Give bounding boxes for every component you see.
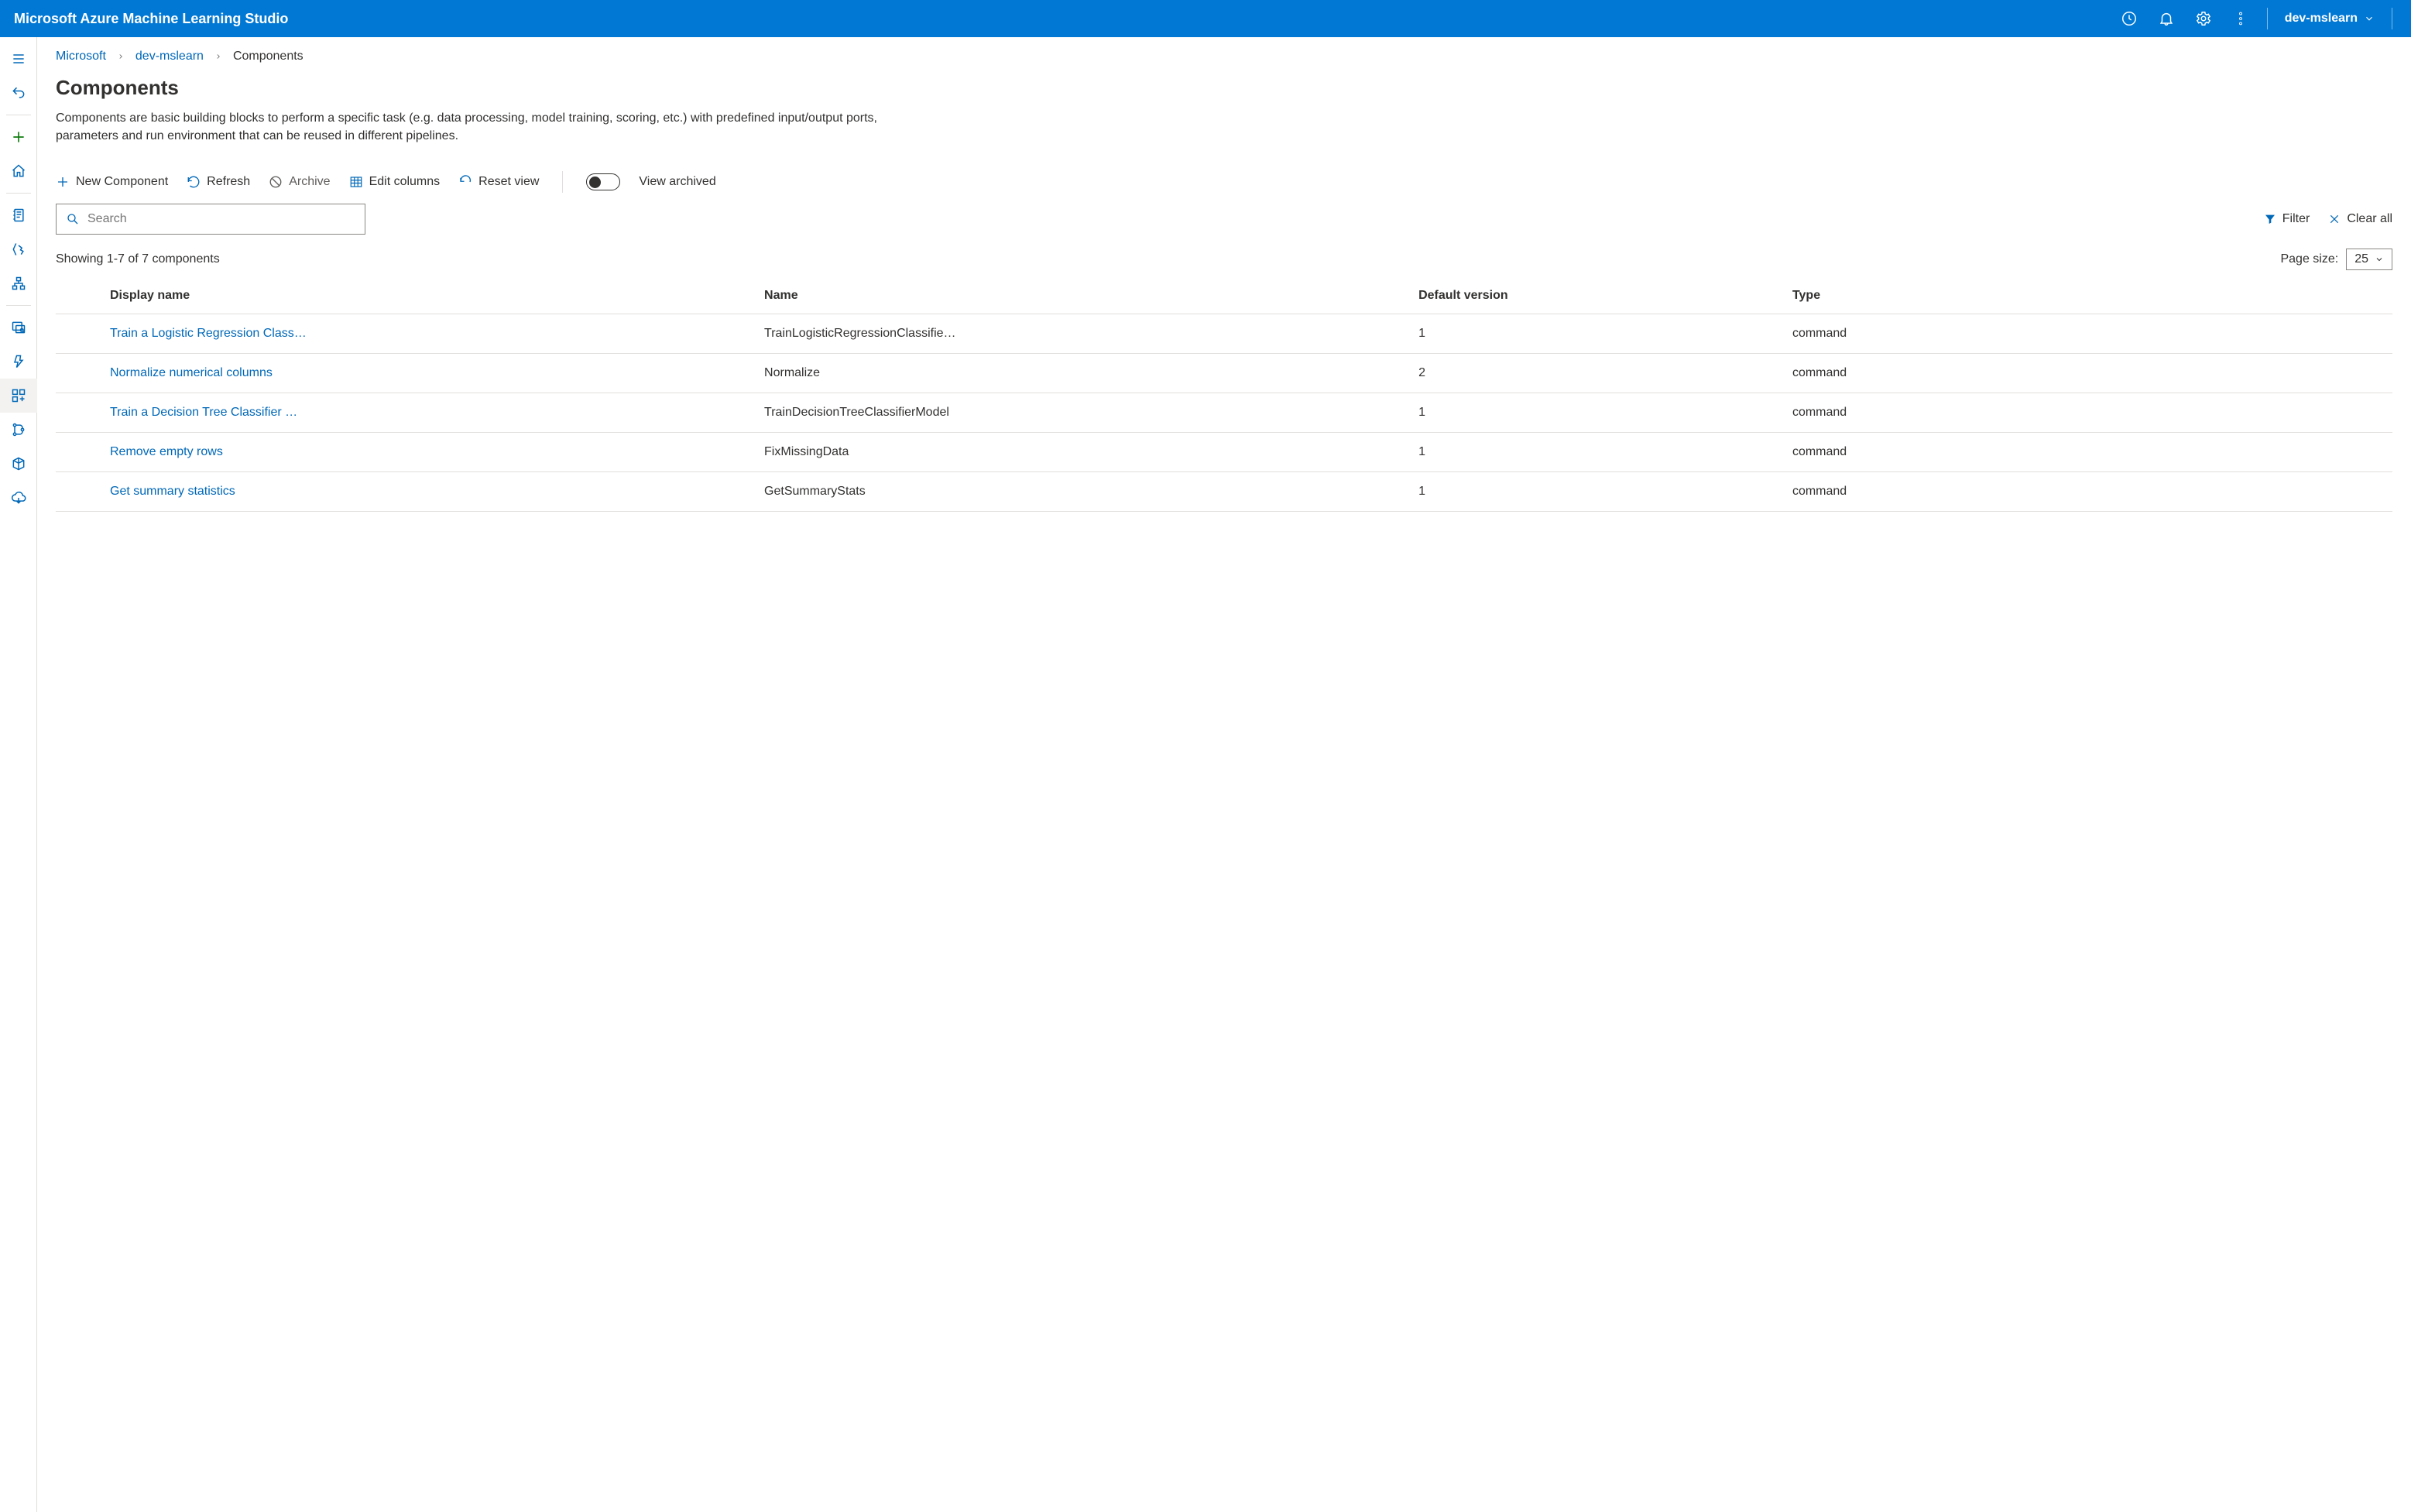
page-size-select[interactable]: 25 — [2346, 249, 2392, 270]
cell-name: FixMissingData — [756, 433, 1411, 472]
cell-name: GetSummaryStats — [756, 472, 1411, 512]
cell-type: command — [1785, 314, 2392, 354]
cell-version: 1 — [1411, 433, 1785, 472]
refresh-label: Refresh — [207, 175, 250, 189]
table-row[interactable]: Train a Logistic Regression Class… TrainL… — [56, 314, 2392, 354]
table-header-row: Display name Name Default version Type — [56, 278, 2392, 314]
cell-type: command — [1785, 354, 2392, 393]
breadcrumb: Microsoft dev-mslearn Components — [37, 37, 2411, 71]
breadcrumb-item[interactable]: dev-mslearn — [135, 50, 204, 63]
new-component-button[interactable]: New Component — [56, 175, 168, 189]
search-input[interactable] — [56, 204, 365, 235]
results-count: Showing 1-7 of 7 components — [56, 252, 220, 266]
notifications-icon[interactable] — [2151, 3, 2182, 34]
table-row[interactable]: Remove empty rows FixMissingData1command — [56, 433, 2392, 472]
page-size-control: Page size: 25 — [2280, 249, 2392, 270]
new-component-label: New Component — [76, 175, 168, 189]
nav-rail — [0, 37, 37, 1512]
filter-icon — [2264, 213, 2276, 225]
view-archived-label: View archived — [639, 175, 715, 189]
header-bar: Microsoft Azure Machine Learning Studio … — [0, 0, 2411, 37]
filter-button[interactable]: Filter — [2264, 212, 2310, 226]
archive-button: Archive — [269, 175, 330, 189]
results-bar: Showing 1-7 of 7 components Page size: 2… — [56, 249, 2392, 270]
settings-icon[interactable] — [2188, 3, 2219, 34]
cell-name: Normalize — [756, 354, 1411, 393]
header-separator — [2267, 8, 2268, 29]
cell-version: 1 — [1411, 472, 1785, 512]
archive-label: Archive — [289, 175, 330, 189]
edit-columns-label: Edit columns — [369, 175, 441, 189]
rail-notebooks-icon[interactable] — [0, 198, 37, 232]
cell-version: 2 — [1411, 354, 1785, 393]
rail-data-icon[interactable] — [0, 310, 37, 345]
edit-columns-button[interactable]: Edit columns — [349, 175, 441, 189]
rail-home-icon[interactable] — [0, 154, 37, 188]
cell-type: command — [1785, 433, 2392, 472]
rail-components-icon[interactable] — [0, 379, 37, 413]
search-field[interactable] — [87, 212, 355, 226]
col-display-name[interactable]: Display name — [102, 278, 756, 314]
page-size-label: Page size: — [2280, 252, 2338, 266]
breadcrumb-current: Components — [233, 50, 304, 63]
recent-icon[interactable] — [2114, 3, 2145, 34]
cell-name: TrainLogisticRegressionClassifie… — [756, 314, 1411, 354]
table-row[interactable]: Get summary statistics GetSummaryStats1co… — [56, 472, 2392, 512]
table-row[interactable]: Train a Decision Tree Classifier … TrainD… — [56, 393, 2392, 433]
command-bar: New Component Refresh Archive Edit colum… — [56, 166, 2392, 204]
chevron-right-icon — [117, 53, 125, 60]
chevron-down-icon — [2375, 255, 2384, 264]
product-title: Microsoft Azure Machine Learning Studio — [14, 11, 288, 27]
col-default-version[interactable]: Default version — [1411, 278, 1785, 314]
search-icon — [66, 212, 80, 226]
rail-environments-icon[interactable] — [0, 447, 37, 481]
rail-back-icon[interactable] — [0, 76, 37, 110]
filter-label: Filter — [2282, 212, 2310, 226]
component-link[interactable]: Train a Decision Tree Classifier … — [110, 406, 297, 419]
component-link[interactable]: Get summary statistics — [110, 485, 235, 498]
component-link[interactable]: Train a Logistic Regression Class… — [110, 327, 307, 340]
rail-pipelines-icon[interactable] — [0, 413, 37, 447]
breadcrumb-item[interactable]: Microsoft — [56, 50, 106, 63]
workspace-name: dev-mslearn — [2285, 12, 2358, 26]
rail-jobs-icon[interactable] — [0, 345, 37, 379]
clear-all-label: Clear all — [2347, 212, 2392, 226]
clear-all-button[interactable]: Clear all — [2328, 212, 2392, 226]
rail-automl-icon[interactable] — [0, 232, 37, 266]
col-name[interactable]: Name — [756, 278, 1411, 314]
toolbar-separator — [562, 171, 563, 193]
col-type[interactable]: Type — [1785, 278, 2392, 314]
page-size-value: 25 — [2354, 252, 2368, 266]
page-description: Components are basic building blocks to … — [56, 109, 907, 145]
component-link[interactable]: Normalize numerical columns — [110, 366, 273, 379]
table-row[interactable]: Normalize numerical columns Normalize2com… — [56, 354, 2392, 393]
cell-version: 1 — [1411, 314, 1785, 354]
component-link[interactable]: Remove empty rows — [110, 445, 223, 458]
chevron-right-icon — [214, 53, 222, 60]
components-table: Display name Name Default version Type T… — [56, 278, 2392, 512]
view-archived-toggle[interactable] — [586, 173, 620, 190]
refresh-button[interactable]: Refresh — [187, 175, 250, 189]
header-actions: dev-mslearn — [2114, 3, 2397, 34]
rail-new-icon[interactable] — [0, 120, 37, 154]
rail-menu-toggle[interactable] — [0, 42, 37, 76]
main-content: Microsoft dev-mslearn Components Compone… — [37, 37, 2411, 1512]
close-icon — [2328, 213, 2341, 225]
cell-version: 1 — [1411, 393, 1785, 433]
cell-type: command — [1785, 393, 2392, 433]
reset-view-button[interactable]: Reset view — [458, 175, 539, 189]
filter-bar: Filter Clear all — [56, 204, 2392, 235]
cell-type: command — [1785, 472, 2392, 512]
workspace-switcher[interactable]: dev-mslearn — [2279, 12, 2381, 26]
more-icon[interactable] — [2225, 3, 2256, 34]
reset-view-label: Reset view — [478, 175, 539, 189]
rail-models-icon[interactable] — [0, 481, 37, 515]
rail-designer-icon[interactable] — [0, 266, 37, 300]
cell-name: TrainDecisionTreeClassifierModel — [756, 393, 1411, 433]
page-title: Components — [56, 76, 2392, 100]
